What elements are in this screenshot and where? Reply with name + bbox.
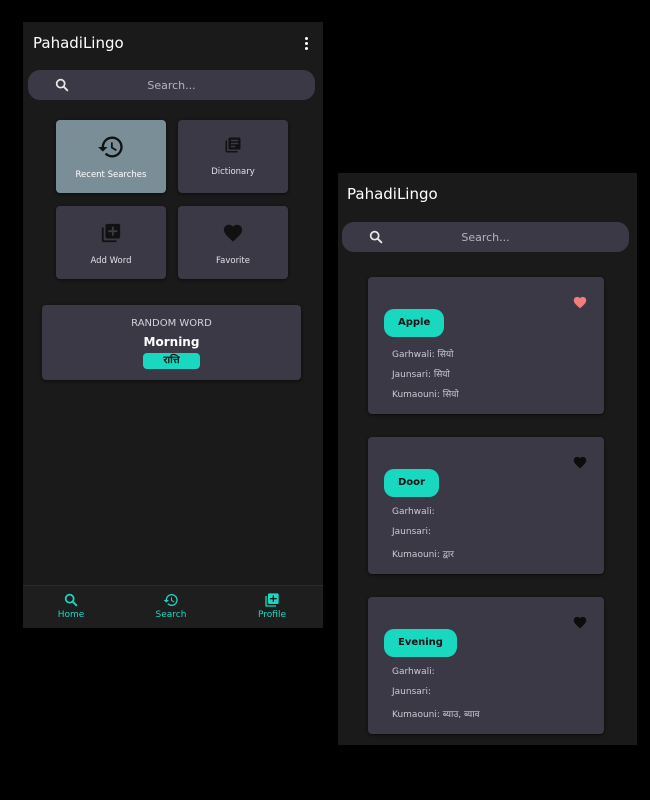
history-icon: [98, 136, 123, 158]
random-word: Morning: [143, 335, 200, 349]
home-screen: PahadiLingo Search... Recent Searches Di…: [23, 22, 323, 628]
heart-icon[interactable]: [572, 455, 588, 470]
jaunsari-translation: Jaunsari:: [392, 687, 432, 697]
search-icon: [64, 593, 78, 607]
search-placeholder: Search...: [461, 230, 510, 244]
heart-icon[interactable]: [572, 615, 588, 630]
word-chip: Apple: [384, 309, 445, 337]
search-bar[interactable]: Search...: [342, 222, 629, 252]
jaunsari-translation: Jaunsari: सियो: [392, 370, 450, 380]
random-word-title: RANDOM WORD: [131, 318, 212, 329]
tile-label: Add Word: [90, 256, 132, 266]
search-placeholder: Search...: [147, 78, 196, 92]
heart-icon: [223, 224, 243, 242]
random-word-translation: रात्ति: [143, 353, 200, 369]
recent-searches-tile[interactable]: Recent Searches: [56, 120, 166, 193]
kumaouni-translation: Kumaouni: ब्याउ, ब्याव: [392, 710, 480, 720]
library-books-icon: [225, 137, 241, 153]
word-card[interactable]: Evening Garhwali: Jaunsari: Kumaouni: ब्…: [368, 597, 604, 734]
bottom-navigation: Home Search Profile: [23, 585, 323, 628]
kumaouni-translation: Kumaouni: द्वार: [392, 550, 454, 560]
favorite-tile[interactable]: Favorite: [178, 206, 288, 279]
nav-profile[interactable]: Profile: [232, 586, 312, 628]
tile-label: Favorite: [216, 256, 250, 266]
word-card[interactable]: Apple Garhwali: सियो Jaunsari: सियो Kuma…: [368, 277, 604, 414]
add-word-tile[interactable]: Add Word: [56, 206, 166, 279]
word-chip: Evening: [384, 629, 457, 657]
app-title: PahadiLingo: [33, 34, 124, 52]
kumaouni-translation: Kumaouni: सियो: [392, 390, 459, 400]
word-list-screen: PahadiLingo Search... Apple Garhwali: सि…: [338, 173, 637, 745]
history-icon: [163, 594, 178, 606]
more-options-icon[interactable]: [299, 34, 313, 52]
nav-search[interactable]: Search: [131, 586, 211, 628]
garhwali-translation: Garhwali:: [392, 507, 435, 517]
search-bar[interactable]: Search...: [28, 70, 315, 100]
garhwali-translation: Garhwali: सियो: [392, 350, 454, 360]
heart-icon[interactable]: [572, 295, 588, 310]
nav-label: Search: [155, 610, 187, 620]
nav-label: Profile: [258, 610, 286, 620]
tile-label: Recent Searches: [75, 170, 147, 180]
app-title: PahadiLingo: [347, 185, 438, 203]
garhwali-translation: Garhwali:: [392, 667, 435, 677]
add-box-icon: [101, 223, 121, 243]
tile-label: Dictionary: [211, 167, 255, 177]
add-box-icon: [265, 593, 279, 607]
nav-home[interactable]: Home: [31, 586, 111, 628]
word-card[interactable]: Door Garhwali: Jaunsari: Kumaouni: द्वार: [368, 437, 604, 574]
nav-label: Home: [57, 610, 85, 620]
word-chip: Door: [384, 469, 439, 497]
dictionary-tile[interactable]: Dictionary: [178, 120, 288, 193]
jaunsari-translation: Jaunsari:: [392, 527, 432, 537]
random-word-card[interactable]: RANDOM WORD Morning रात्ति: [42, 305, 301, 380]
